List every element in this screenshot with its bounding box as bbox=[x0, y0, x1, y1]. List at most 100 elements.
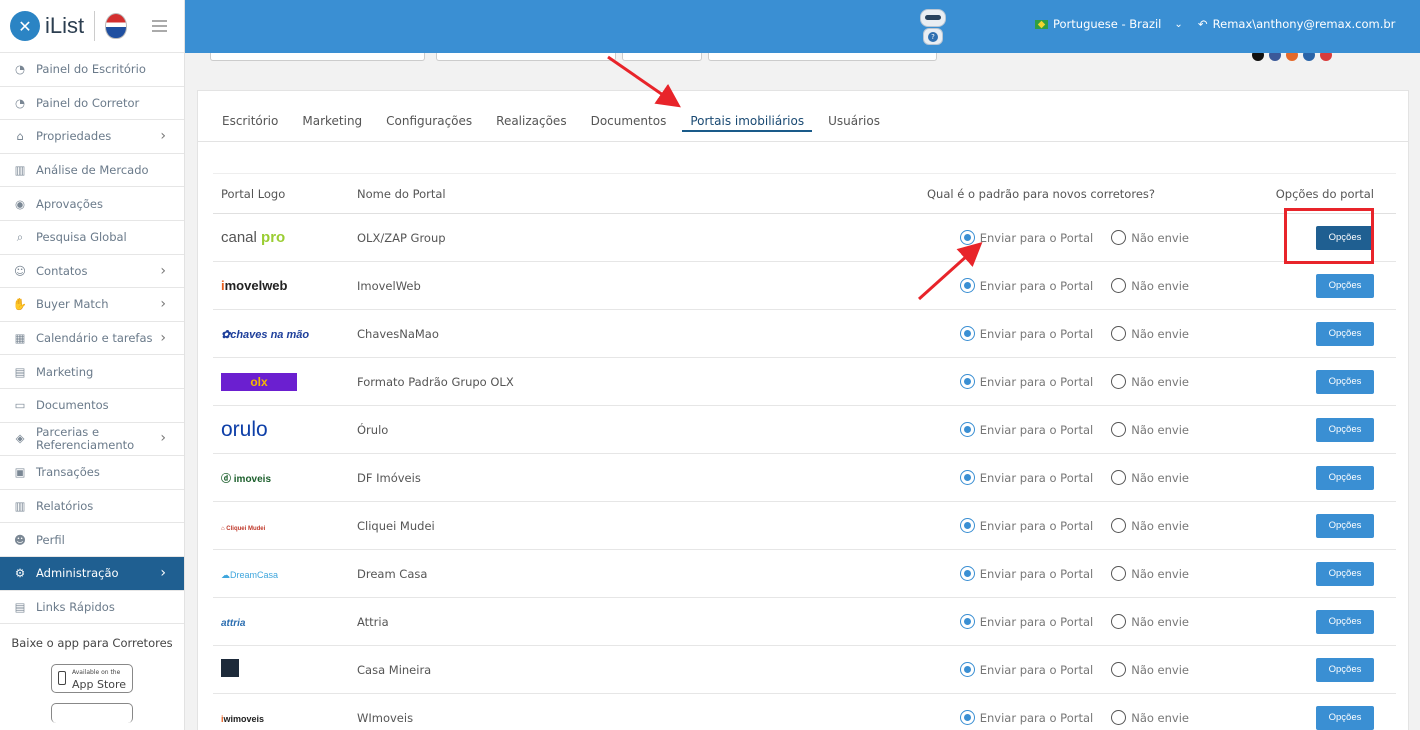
sidebar-item-parcerias-e-referenciamento[interactable]: ◈ Parcerias e Referenciamento › bbox=[0, 423, 184, 457]
radio-button[interactable] bbox=[959, 566, 975, 581]
facebook-icon[interactable] bbox=[1269, 53, 1281, 61]
radio-dont-send[interactable]: Não envie bbox=[1111, 230, 1189, 245]
radio-send-to-portal[interactable]: Enviar para o Portal bbox=[959, 470, 1094, 485]
sidebar-item-marketing[interactable]: ▤ Marketing bbox=[0, 355, 184, 389]
tab-escritório[interactable]: Escritório bbox=[210, 114, 290, 141]
radio-button[interactable] bbox=[1111, 326, 1127, 341]
sidebar-item-contatos[interactable]: ☺ Contatos › bbox=[0, 255, 184, 289]
radio-button[interactable] bbox=[959, 374, 975, 389]
radio-send-to-portal[interactable]: Enviar para o Portal bbox=[959, 278, 1094, 293]
tab-documentos[interactable]: Documentos bbox=[579, 114, 679, 141]
linkedin-icon[interactable] bbox=[1303, 53, 1315, 61]
radio-dont-send[interactable]: Não envie bbox=[1111, 518, 1189, 533]
radio-button[interactable] bbox=[959, 422, 975, 437]
sidebar-item-label: Administração bbox=[36, 566, 119, 581]
sidebar-item-propriedades[interactable]: ⌂ Propriedades › bbox=[0, 120, 184, 154]
radio-button[interactable] bbox=[1111, 710, 1127, 725]
sidebar-item-pesquisa-global[interactable]: ⌕ Pesquisa Global bbox=[0, 221, 184, 255]
radio-button[interactable] bbox=[1111, 374, 1127, 389]
radio-button[interactable] bbox=[959, 470, 975, 485]
options-button[interactable]: Opções bbox=[1316, 273, 1374, 298]
sidebar-item-painel-do-corretor[interactable]: ◔ Painel do Corretor bbox=[0, 87, 184, 121]
options-button[interactable]: Opções bbox=[1316, 513, 1374, 538]
radio-button[interactable] bbox=[959, 662, 975, 677]
sidebar-item-transações[interactable]: ▣ Transações bbox=[0, 456, 184, 490]
sidebar-item-aprovações[interactable]: ◉ Aprovações bbox=[0, 187, 184, 221]
tab-portais-imobiliários[interactable]: Portais imobiliários bbox=[678, 114, 816, 141]
sidebar-item-relatórios[interactable]: ▥ Relatórios bbox=[0, 490, 184, 524]
radio-label: Enviar para o Portal bbox=[979, 470, 1094, 485]
radio-button[interactable] bbox=[959, 230, 975, 245]
radio-send-to-portal[interactable]: Enviar para o Portal bbox=[959, 614, 1094, 629]
sidebar-item-label: Relatórios bbox=[36, 499, 94, 514]
radio-button[interactable] bbox=[959, 710, 975, 725]
radio-button[interactable] bbox=[1111, 422, 1127, 437]
radio-send-to-portal[interactable]: Enviar para o Portal bbox=[959, 326, 1093, 341]
radio-label: Enviar para o Portal bbox=[979, 614, 1094, 629]
language-selector[interactable]: Portuguese - Brazil ⌄ bbox=[1035, 17, 1183, 31]
sidebar-item-links-rápidos[interactable]: ▤ Links Rápidos bbox=[0, 591, 184, 625]
hamburger-menu-icon[interactable] bbox=[152, 20, 168, 32]
radio-button[interactable] bbox=[1111, 278, 1127, 293]
filter-field[interactable] bbox=[436, 53, 616, 61]
radio-send-to-portal[interactable]: Enviar para o Portal bbox=[959, 230, 1093, 245]
sidebar-item-buyer-match[interactable]: ✋ Buyer Match › bbox=[0, 288, 184, 322]
radio-dont-send[interactable]: Não envie bbox=[1111, 710, 1189, 725]
filter-field[interactable] bbox=[210, 53, 425, 61]
radio-dont-send[interactable]: Não envie bbox=[1111, 326, 1189, 341]
options-button[interactable]: Opções bbox=[1316, 321, 1374, 346]
radio-dont-send[interactable]: Não envie bbox=[1111, 470, 1189, 485]
filter-field[interactable] bbox=[708, 53, 937, 61]
radio-button[interactable] bbox=[1111, 614, 1127, 629]
radio-button[interactable] bbox=[1111, 518, 1127, 533]
sidebar-item-análise-de-mercado[interactable]: ▥ Análise de Mercado bbox=[0, 154, 184, 188]
radio-button[interactable] bbox=[959, 326, 975, 341]
sidebar-item-painel-do-escritório[interactable]: ◔ Painel do Escritório bbox=[0, 53, 184, 87]
social-icon[interactable] bbox=[1286, 53, 1298, 61]
sidebar-item-calendário-e-tarefas[interactable]: ▦ Calendário e tarefas › bbox=[0, 322, 184, 356]
radio-dont-send[interactable]: Não envie bbox=[1111, 566, 1189, 581]
radio-send-to-portal[interactable]: Enviar para o Portal bbox=[959, 662, 1093, 677]
robot-assistant-icon[interactable]: ? bbox=[917, 7, 949, 47]
radio-label: Enviar para o Portal bbox=[979, 278, 1094, 293]
sidebar-item-administração[interactable]: ⚙ Administração › bbox=[0, 556, 184, 591]
options-button[interactable]: Opções bbox=[1316, 465, 1374, 490]
radio-send-to-portal[interactable]: Enviar para o Portal bbox=[959, 518, 1093, 533]
social-icon[interactable] bbox=[1252, 53, 1264, 61]
sidebar-item-perfil[interactable]: ☻ Perfil bbox=[0, 523, 184, 557]
tab-realizações[interactable]: Realizações bbox=[484, 114, 578, 141]
options-button[interactable]: Opções bbox=[1316, 417, 1374, 442]
options-button[interactable]: Opções bbox=[1316, 657, 1374, 682]
radio-button[interactable] bbox=[1111, 566, 1127, 581]
radio-send-to-portal[interactable]: Enviar para o Portal bbox=[959, 566, 1093, 581]
radio-dont-send[interactable]: Não envie bbox=[1111, 278, 1189, 293]
youtube-icon[interactable] bbox=[1320, 53, 1332, 61]
col-header-default-text: Qual é o padrão para novos corretores? bbox=[927, 186, 1155, 201]
tab-configurações[interactable]: Configurações bbox=[374, 114, 484, 141]
sidebar-item-label: Perfil bbox=[36, 532, 65, 547]
tab-marketing[interactable]: Marketing bbox=[290, 114, 374, 141]
radio-button[interactable] bbox=[1111, 662, 1127, 677]
sidebar-item-documentos[interactable]: ▭ Documentos bbox=[0, 389, 184, 423]
radio-dont-send[interactable]: Não envie bbox=[1111, 614, 1189, 629]
tab-usuários[interactable]: Usuários bbox=[816, 114, 892, 141]
radio-send-to-portal[interactable]: Enviar para o Portal bbox=[959, 374, 1093, 389]
options-button[interactable]: Opções bbox=[1316, 705, 1374, 730]
radio-button[interactable] bbox=[959, 614, 975, 629]
radio-button[interactable] bbox=[1111, 230, 1127, 245]
options-button[interactable]: Opções bbox=[1316, 561, 1374, 586]
radio-dont-send[interactable]: Não envie bbox=[1111, 662, 1189, 677]
radio-dont-send[interactable]: Não envie bbox=[1111, 422, 1189, 437]
radio-button[interactable] bbox=[959, 278, 975, 293]
radio-dont-send[interactable]: Não envie bbox=[1111, 374, 1189, 389]
radio-send-to-portal[interactable]: Enviar para o Portal bbox=[959, 710, 1093, 725]
user-menu[interactable]: ↶ Remax\anthony@remax.com.br bbox=[1198, 17, 1395, 31]
radio-button[interactable] bbox=[959, 518, 975, 533]
options-button[interactable]: Opções bbox=[1316, 609, 1374, 634]
google-play-badge[interactable] bbox=[51, 703, 133, 724]
radio-send-to-portal[interactable]: Enviar para o Portal bbox=[959, 422, 1093, 437]
options-button[interactable]: Opções bbox=[1316, 369, 1374, 394]
radio-button[interactable] bbox=[1111, 470, 1127, 485]
app-store-badge[interactable]: Available on the App Store bbox=[51, 664, 133, 694]
filter-field[interactable] bbox=[622, 53, 702, 61]
